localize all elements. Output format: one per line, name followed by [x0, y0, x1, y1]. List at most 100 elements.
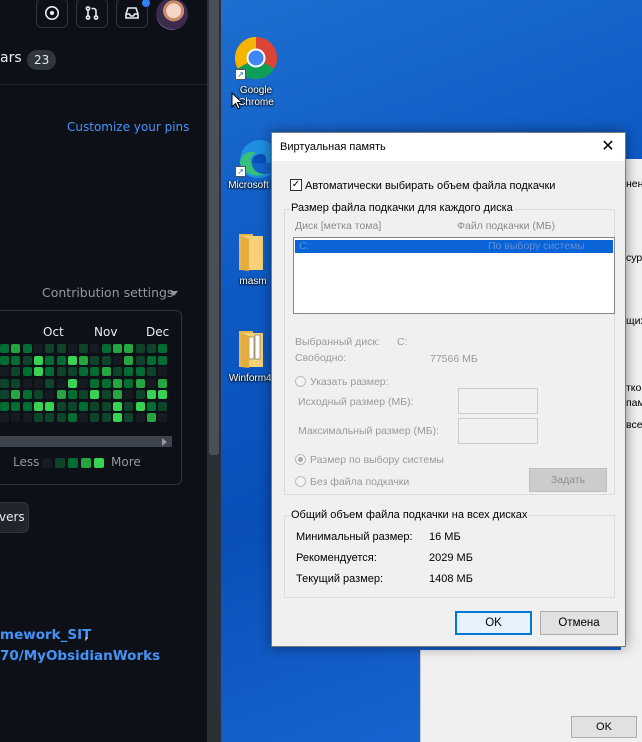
contribution-cell[interactable]: [33, 355, 43, 365]
contribution-cell[interactable]: [22, 390, 32, 399]
system-managed-label[interactable]: Размер по выбору системы: [310, 454, 444, 466]
contribution-cell[interactable]: [146, 378, 156, 388]
contribution-cell[interactable]: [33, 390, 43, 399]
contribution-cell[interactable]: [101, 401, 111, 411]
contribution-cell[interactable]: [124, 344, 134, 353]
contribution-cell[interactable]: [113, 378, 122, 388]
contribution-cell[interactable]: [124, 378, 134, 388]
contribution-cell[interactable]: [67, 413, 77, 422]
contribution-cell[interactable]: [135, 413, 145, 422]
contribution-cell[interactable]: [124, 390, 134, 399]
contribution-cell[interactable]: [33, 344, 43, 353]
contribution-cell[interactable]: [90, 355, 100, 365]
contribution-cell[interactable]: [45, 390, 55, 399]
contribution-cell[interactable]: [124, 401, 134, 411]
contribution-cell[interactable]: [158, 390, 168, 399]
contribution-cell[interactable]: [67, 344, 77, 353]
contribution-cell[interactable]: [56, 401, 66, 411]
contribution-cell[interactable]: [146, 401, 156, 411]
customize-pins-link[interactable]: Customize your pins: [67, 120, 189, 134]
contribution-cell[interactable]: [11, 378, 21, 388]
contribution-cell[interactable]: [11, 355, 21, 365]
contribution-cell[interactable]: [101, 390, 111, 399]
drive-list[interactable]: C: По выбору системы: [293, 237, 615, 314]
system-managed-radio[interactable]: [295, 454, 306, 465]
contribution-cell[interactable]: [11, 390, 21, 399]
contribution-cell[interactable]: [67, 401, 77, 411]
contribution-cell[interactable]: [79, 378, 89, 388]
contribution-cell[interactable]: [45, 355, 55, 365]
contribution-cell[interactable]: [0, 378, 9, 388]
no-paging-file-radio[interactable]: [295, 476, 306, 487]
contribution-settings-dropdown[interactable]: Contribution settings: [42, 285, 173, 300]
contribution-cell[interactable]: [56, 390, 66, 399]
contribution-cell[interactable]: [0, 401, 9, 411]
cancel-button[interactable]: Отмена: [540, 611, 618, 635]
contribution-cell[interactable]: [113, 367, 122, 376]
contribution-cell[interactable]: [0, 413, 9, 422]
followers-button[interactable]: vers: [0, 502, 29, 533]
contribution-cell[interactable]: [79, 390, 89, 399]
contribution-cell[interactable]: [90, 390, 100, 399]
contribution-cell[interactable]: [79, 355, 89, 365]
contribution-cell[interactable]: [135, 367, 145, 376]
contribution-cell[interactable]: [135, 355, 145, 365]
max-size-input[interactable]: [458, 418, 538, 444]
contribution-cell[interactable]: [67, 367, 77, 376]
contribution-cell[interactable]: [22, 401, 32, 411]
contribution-cell[interactable]: [90, 401, 100, 411]
contribution-cell[interactable]: [22, 344, 32, 353]
contribution-cell[interactable]: [158, 344, 168, 353]
set-button[interactable]: Задать: [529, 468, 607, 492]
custom-size-label[interactable]: Указать размер:: [310, 376, 389, 388]
contribution-cell[interactable]: [158, 367, 168, 376]
contribution-cell[interactable]: [90, 367, 100, 376]
close-icon[interactable]: ✕: [598, 137, 618, 157]
contribution-cell[interactable]: [135, 378, 145, 388]
pull-requests-icon-button[interactable]: [76, 0, 108, 28]
contribution-cell[interactable]: [45, 401, 55, 411]
contribution-cell[interactable]: [146, 413, 156, 422]
contribution-cell[interactable]: [101, 355, 111, 365]
contribution-cell[interactable]: [56, 355, 66, 365]
contribution-cell[interactable]: [101, 378, 111, 388]
contribution-cell[interactable]: [90, 413, 100, 422]
contribution-cell[interactable]: [90, 378, 100, 388]
contribution-cell[interactable]: [0, 344, 9, 353]
contribution-cell[interactable]: [67, 378, 77, 388]
contribution-cell[interactable]: [124, 355, 134, 365]
repo-link[interactable]: mework_SIT: [0, 627, 91, 643]
contribution-cell[interactable]: [45, 378, 55, 388]
contribution-cell[interactable]: [11, 344, 21, 353]
contribution-cell[interactable]: [79, 401, 89, 411]
contribution-cell[interactable]: [113, 355, 122, 365]
issues-icon-button[interactable]: [36, 0, 68, 28]
no-paging-file-label[interactable]: Без файла подкачки: [310, 476, 409, 488]
contribution-cell[interactable]: [56, 378, 66, 388]
contribution-cell[interactable]: [113, 413, 122, 422]
contribution-cell[interactable]: [0, 355, 9, 365]
contribution-cell[interactable]: [67, 390, 77, 399]
list-item[interactable]: C: По выбору системы: [295, 240, 613, 253]
contribution-cell[interactable]: [146, 344, 156, 353]
custom-size-radio[interactable]: [295, 376, 306, 387]
background-ok-button[interactable]: OK: [571, 716, 637, 738]
contribution-cell[interactable]: [22, 378, 32, 388]
avatar[interactable]: [156, 0, 188, 30]
contribution-cell[interactable]: [33, 367, 43, 376]
repo-link[interactable]: 70/MyObsidianWorks: [0, 648, 160, 664]
contribution-cell[interactable]: [158, 413, 168, 422]
contribution-cell[interactable]: [146, 355, 156, 365]
contribution-cell[interactable]: [79, 367, 89, 376]
contribution-cell[interactable]: [33, 378, 43, 388]
contribution-cell[interactable]: [101, 367, 111, 376]
contribution-cell[interactable]: [124, 367, 134, 376]
contribution-cell[interactable]: [11, 413, 21, 422]
contribution-cell[interactable]: [158, 355, 168, 365]
contribution-cell[interactable]: [79, 413, 89, 422]
contribution-cell[interactable]: [45, 413, 55, 422]
contribution-cell[interactable]: [101, 413, 111, 422]
page-scrollbar-thumb[interactable]: [209, 0, 219, 455]
contribution-cell[interactable]: [135, 401, 145, 411]
contribution-cell[interactable]: [113, 390, 122, 399]
